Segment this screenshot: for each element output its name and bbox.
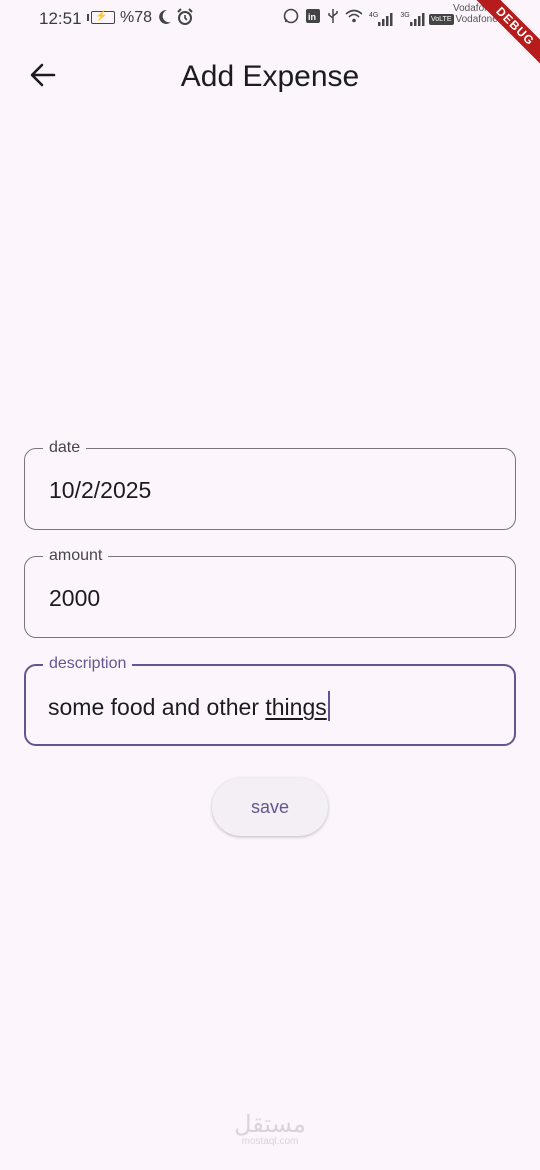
amount-value: 2000 [49, 585, 101, 611]
date-label: date [43, 438, 87, 458]
svg-text:in: in [308, 12, 316, 22]
description-text: some food and other [48, 694, 266, 720]
date-value: 10/2/2025 [49, 477, 152, 503]
amount-field[interactable]: amount 2000 [24, 546, 516, 638]
whatsapp-icon [283, 8, 299, 29]
amount-label: amount [43, 546, 109, 566]
status-icons: in 4G 3G [283, 8, 426, 29]
wifi-icon [345, 9, 363, 28]
alarm-icon [176, 8, 194, 31]
signal-4g-icon: 4G [369, 12, 394, 26]
watermark-logo: مستقل [234, 1110, 306, 1138]
text-caret [327, 691, 331, 721]
description-value: some food and other things [48, 691, 331, 721]
description-composing-text: things [265, 694, 327, 720]
description-field[interactable]: description some food and other things [24, 654, 516, 746]
page-title: Add Expense [180, 60, 360, 93]
battery-percent: %78 [120, 9, 153, 26]
watermark: مستقل mostaql.com [230, 1112, 310, 1148]
description-label: description [43, 654, 133, 674]
date-field[interactable]: date 10/2/2025 [24, 438, 516, 530]
app-bar: Add Expense [0, 42, 540, 114]
watermark-sub: mostaql.com [241, 1136, 299, 1147]
signal-3g-icon: 3G [400, 12, 425, 26]
volte-badge: VoLTE [429, 14, 454, 25]
usb-icon [327, 8, 339, 29]
save-button[interactable]: save [212, 778, 328, 836]
battery-icon: ⚡ [87, 11, 115, 24]
moon-icon [157, 8, 173, 31]
linkedin-icon: in [305, 8, 321, 29]
status-time: 12:51 [39, 9, 82, 28]
status-bar: 12:51 ⚡ %78 in 4G 3G Vodafone VoLTE Vodaf… [0, 0, 540, 38]
